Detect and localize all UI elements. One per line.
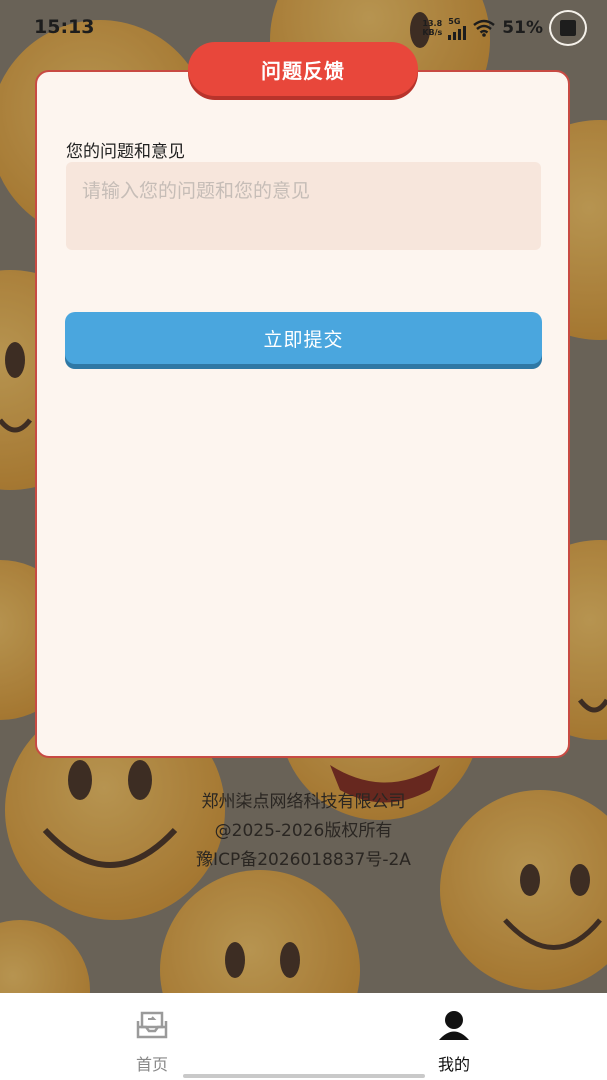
tab-home-label: 首页 xyxy=(135,1055,168,1074)
network-speed: 13.8 KB/s xyxy=(422,19,443,37)
company-info: 郑州柒点网络科技有限公司 @2025-2026版权所有 豫ICP备2026018… xyxy=(0,788,607,875)
home-indicator[interactable] xyxy=(183,1074,425,1078)
cellular-signal-icon: 5G xyxy=(448,17,467,40)
battery-percent: 51% xyxy=(502,18,543,38)
feedback-input[interactable] xyxy=(66,162,541,250)
copyright-text: @2025-2026版权所有 xyxy=(214,821,393,841)
bottom-tab-bar: 首页 我的 xyxy=(0,993,607,1080)
user-icon xyxy=(439,1011,469,1040)
battery-icon xyxy=(549,10,587,46)
tab-home[interactable]: 首页 xyxy=(112,1009,192,1075)
inbox-icon xyxy=(136,1011,168,1039)
wifi-icon xyxy=(473,19,496,37)
status-time: 15:13 xyxy=(34,16,95,38)
tab-mine-label: 我的 xyxy=(437,1055,470,1074)
status-icons: 13.8 KB/s 5G 51% xyxy=(422,10,587,46)
company-name: 郑州柒点网络科技有限公司 xyxy=(201,792,406,812)
tab-mine[interactable]: 我的 xyxy=(414,1009,494,1075)
icp-number: 豫ICP备2026018837号-2A xyxy=(196,850,411,870)
page-title: 问题反馈 xyxy=(188,42,418,96)
feedback-field-label: 您的问题和意见 xyxy=(66,142,185,162)
submit-button[interactable]: 立即提交 xyxy=(65,312,542,364)
